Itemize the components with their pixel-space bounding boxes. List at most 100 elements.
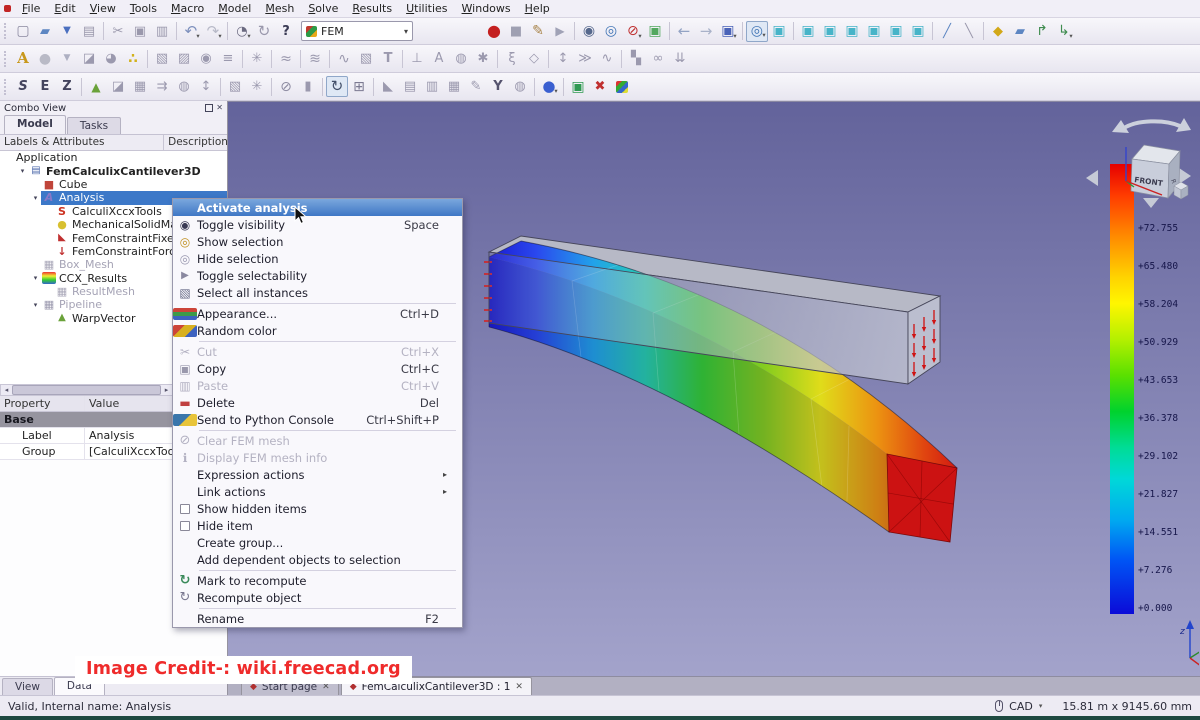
result-box2-button[interactable]: ▥ [421,76,443,97]
export-alt-button[interactable]: ↳▾ [1053,21,1075,42]
nav-back-button[interactable]: ← [673,21,695,42]
shape-text-button[interactable]: A [12,48,34,69]
nav-style-value[interactable]: CAD [1009,700,1033,713]
menu-item-add-dependent-objects-to-selection[interactable]: Add dependent objects to selection [173,551,462,568]
menu-windows[interactable]: Windows [455,1,518,17]
tree-horizontal-scrollbar[interactable]: ◂ ▸ [0,384,173,396]
post-pipeline-button[interactable]: ●▾ [538,76,560,97]
redo-button[interactable]: ↷▾ [202,21,224,42]
checkbox-icon[interactable] [180,504,190,514]
menu-model[interactable]: Model [211,1,258,17]
whats-this-button[interactable]: ? [275,21,297,42]
expander-icon[interactable]: ▾ [17,167,28,175]
material-spheres-button[interactable]: ∴ [122,48,144,69]
menu-item-delete[interactable]: ▬DeleteDel [173,394,462,411]
scrollbar-thumb[interactable] [12,385,161,395]
mesh-hide-button[interactable]: ✖ [589,76,611,97]
section-button[interactable]: ◕ [100,48,122,69]
macro-stop-button[interactable]: ■ [505,21,527,42]
menu-results[interactable]: Results [345,1,399,17]
equation-button[interactable]: E [34,76,56,97]
constraint-ad-button[interactable]: A [428,48,450,69]
constraint-flow-button[interactable]: ≈ [275,48,297,69]
menu-item-show-selection[interactable]: ◎Show selection [173,233,462,250]
expander-icon[interactable]: ▾ [30,194,41,202]
constraint-wave-button[interactable]: ≋ [304,48,326,69]
measure-button[interactable]: ╱ [936,21,958,42]
element-tx-button[interactable]: T [377,48,399,69]
menu-item-hide-item[interactable]: Hide item [173,517,462,534]
macro-edit-button[interactable]: ✎ [527,21,549,42]
tree-item-application[interactable]: Application [0,151,227,164]
constraint-contact-button[interactable]: ▚ [625,48,647,69]
macro-record-button[interactable]: ● [483,21,505,42]
menu-item-create-group[interactable]: Create group... [173,534,462,551]
constraint-bearing-button[interactable]: ◍ [450,48,472,69]
constraint-current-button[interactable]: ∿ [596,48,618,69]
workbench-selector[interactable]: FEM ▾ [301,21,413,41]
menu-item-rename[interactable]: RenameF2 [173,610,462,627]
clear-mesh-tb-button[interactable]: ⊘ [275,76,297,97]
constraint-cold-button[interactable]: ✳ [246,76,268,97]
tab-tasks[interactable]: Tasks [67,117,121,134]
group-folder-button[interactable]: ▰ [1009,21,1031,42]
nav-forward-button[interactable]: → [695,21,717,42]
menu-macro[interactable]: Macro [164,1,211,17]
constraint-heatflux-button[interactable]: ≫ [574,48,596,69]
view-rear-button[interactable]: ▣ [863,21,885,42]
expander-icon[interactable]: ▾ [30,301,41,309]
mesh-ball-button[interactable]: ◍ [173,76,195,97]
mesh-flow-button[interactable]: ⇉ [151,76,173,97]
sphere-button[interactable]: ● [34,48,56,69]
mesh-region-button[interactable]: ▦ [129,76,151,97]
toolbar-grip[interactable] [4,51,8,67]
macro-play-button[interactable]: ▶ [549,21,571,42]
view-bottom-button[interactable]: ▣ [885,21,907,42]
constraint-pin-button[interactable]: ⊥ [406,48,428,69]
result-ramp-button[interactable]: ◣ [377,76,399,97]
close-panel-button[interactable]: ✕ [216,104,223,112]
constraint-pressure-button[interactable]: ⇊ [669,48,691,69]
view-top-button[interactable]: ▣ [819,21,841,42]
view-left-button[interactable]: ▣ [907,21,929,42]
constraint-joint-button[interactable]: ∿ [333,48,355,69]
measure-clear-button[interactable]: ╲ [958,21,980,42]
fit-all-button[interactable]: ◉ [578,21,600,42]
tree-item-femcalculixcantilever3d[interactable]: ▾▤FemCalculixCantilever3D [0,164,227,177]
scroll-right-icon[interactable]: ▸ [161,386,172,394]
result-box-button[interactable]: ▤ [399,76,421,97]
menu-item-select-all-instances[interactable]: ▧Select all instances [173,284,462,301]
mesh-disc-button[interactable]: ◉ [195,48,217,69]
scroll-left-icon[interactable]: ◂ [1,386,12,394]
menu-item-recompute-object[interactable]: ↻Recompute object [173,589,462,606]
zoom-button[interactable]: ◎ [600,21,622,42]
refresh-active-button[interactable]: ↻ [326,76,348,97]
fem-fluid-button[interactable]: ✳ [246,48,268,69]
result-edit-button[interactable]: ✎ [465,76,487,97]
print-button[interactable]: ▤ [78,21,100,42]
constraint-spring-button[interactable]: ξ [501,48,523,69]
menu-item-hide-selection[interactable]: ◎Hide selection [173,250,462,267]
part-box-button[interactable]: ◆ [987,21,1009,42]
menu-tools[interactable]: Tools [123,1,164,17]
menu-item-toggle-selectability[interactable]: ▶Toggle selectability [173,267,462,284]
save-file-button[interactable]: ▼ [56,21,78,42]
constraint-displacement-button[interactable]: ◇ [523,48,545,69]
menu-mesh[interactable]: Mesh [258,1,301,17]
menu-item-toggle-visibility[interactable]: ◉Toggle visibilitySpace [173,216,462,233]
menu-file[interactable]: File [15,1,47,17]
thermometer-button[interactable]: ↕ [195,76,217,97]
view-axonometric-button[interactable]: ▣ [768,21,790,42]
tab-model[interactable]: Model [4,115,66,134]
mesh-grid-button[interactable]: ⊞ [348,76,370,97]
mesh-colors-button[interactable] [611,76,633,97]
refresh-button[interactable]: ↻ [253,21,275,42]
result-warp-button[interactable]: ▲ [85,76,107,97]
open-file-button[interactable]: ▰ [34,21,56,42]
result-clip-button[interactable]: ◪ [107,76,129,97]
tab-view[interactable]: View [2,678,53,695]
menu-help[interactable]: Help [518,1,557,17]
export-button[interactable]: ↱ [1031,21,1053,42]
view-front-button[interactable]: ▣ [797,21,819,42]
undo-button[interactable]: ↶▾ [180,21,202,42]
